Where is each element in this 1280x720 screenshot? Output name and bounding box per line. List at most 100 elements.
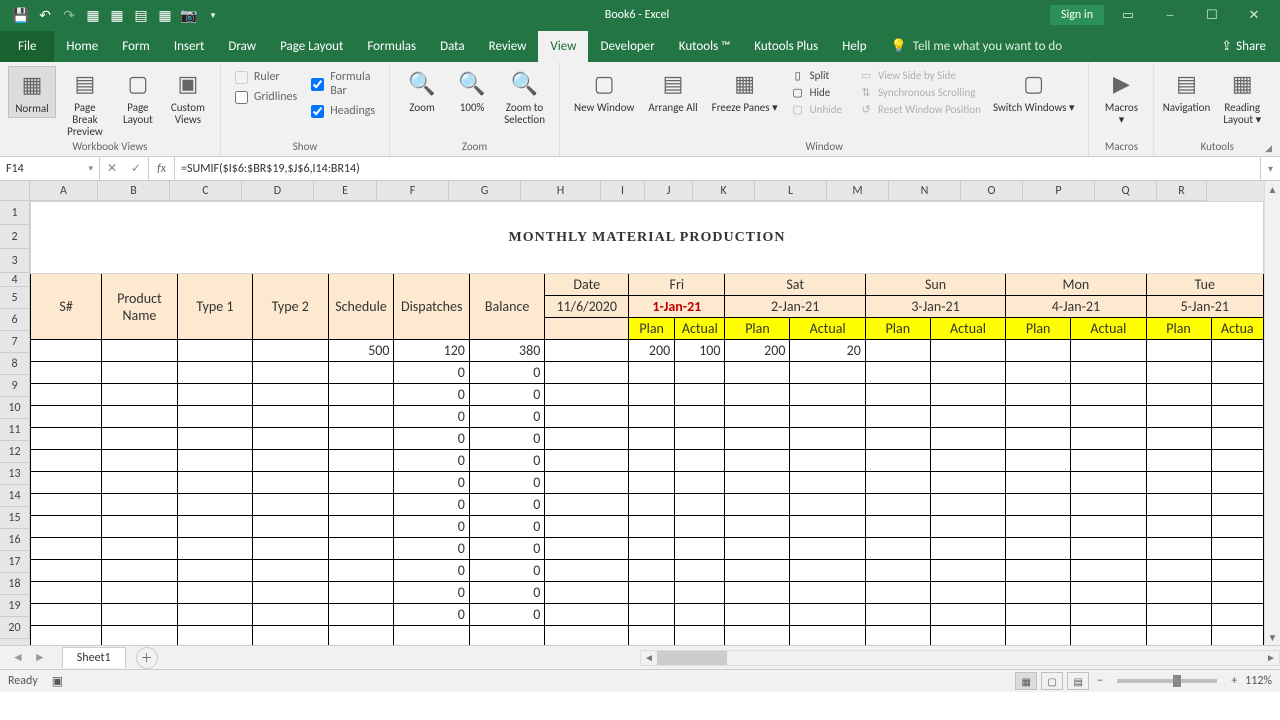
row-header[interactable]: 14 — [0, 485, 30, 507]
zoom-value[interactable]: 112% — [1245, 674, 1272, 688]
row-header[interactable]: 12 — [0, 441, 30, 463]
cell[interactable]: 0 — [469, 384, 544, 406]
cell[interactable]: 0 — [394, 516, 469, 538]
arrange-all-button[interactable]: ▤Arrange All — [642, 66, 703, 116]
cell[interactable]: 0 — [394, 538, 469, 560]
save-icon[interactable]: 💾 — [10, 4, 32, 26]
cell-k7[interactable]: 200 — [725, 340, 790, 362]
zoom-button[interactable]: 🔍Zoom — [398, 66, 446, 116]
switch-windows-button[interactable]: ▢Switch Windows ▾ — [987, 66, 1081, 116]
custom-views-button[interactable]: ▣Custom Views — [164, 66, 212, 128]
qat-btn-1[interactable]: ▦ — [82, 4, 104, 26]
cell-j7[interactable]: 100 — [675, 340, 725, 362]
row-header[interactable]: 16 — [0, 529, 30, 551]
col-header[interactable]: J — [645, 181, 693, 201]
hide-button[interactable]: ▢Hide — [786, 85, 846, 100]
tab-page-layout[interactable]: Page Layout — [268, 31, 355, 62]
row-header[interactable]: 20 — [0, 617, 30, 639]
tab-form[interactable]: Form — [110, 31, 162, 62]
row-header[interactable]: 2 — [0, 225, 30, 249]
cell-g7[interactable]: 380 — [469, 340, 544, 362]
scroll-thumb[interactable] — [657, 651, 727, 665]
zoom-selection-button[interactable]: 🔍Zoom to Selection — [498, 66, 551, 128]
cell-e7[interactable]: 500 — [328, 340, 394, 362]
cell[interactable]: 0 — [469, 362, 544, 384]
row-headers[interactable]: 1 2 3 4 5 6 7 8 9 10 11 12 13 14 15 16 1… — [0, 201, 30, 645]
cell[interactable]: 0 — [469, 450, 544, 472]
col-header[interactable]: D — [242, 181, 314, 201]
cell[interactable]: 0 — [394, 384, 469, 406]
tab-formulas[interactable]: Formulas — [355, 31, 428, 62]
cancel-formula-icon[interactable]: ✕ — [100, 161, 124, 176]
cell[interactable]: 0 — [469, 428, 544, 450]
col-header[interactable]: P — [1023, 181, 1095, 201]
col-header[interactable]: R — [1157, 181, 1207, 201]
qat-btn-2[interactable]: ▦ — [106, 4, 128, 26]
cell-i7[interactable]: 200 — [629, 340, 675, 362]
cell[interactable]: 0 — [469, 516, 544, 538]
reading-layout-button[interactable]: ▦Reading Layout ▾ — [1212, 66, 1272, 128]
tab-draw[interactable]: Draw — [216, 31, 268, 62]
minimize-icon[interactable]: ─ — [1152, 4, 1188, 26]
tab-review[interactable]: Review — [477, 31, 539, 62]
cell[interactable]: 0 — [394, 406, 469, 428]
page-layout-button[interactable]: ▢Page Layout — [114, 66, 162, 128]
name-box[interactable]: F14 — [0, 157, 100, 180]
tab-kutools[interactable]: Kutools ™ — [667, 31, 743, 62]
zoom-slider[interactable] — [1117, 679, 1217, 683]
close-icon[interactable]: ✕ — [1236, 4, 1272, 26]
scroll-up-icon[interactable]: ▲ — [1265, 181, 1280, 197]
cell[interactable]: 0 — [394, 472, 469, 494]
col-header[interactable]: F — [377, 181, 449, 201]
col-header[interactable]: A — [30, 181, 98, 201]
sign-in-button[interactable]: Sign in — [1050, 5, 1104, 25]
row-header[interactable]: 8 — [0, 353, 30, 375]
expand-formula-bar-icon[interactable]: ▾ — [1260, 157, 1280, 180]
cell-l7[interactable]: 20 — [790, 340, 865, 362]
row-header[interactable]: 13 — [0, 463, 30, 485]
cell[interactable]: 0 — [469, 406, 544, 428]
col-header[interactable]: O — [961, 181, 1023, 201]
macro-record-icon[interactable]: ▣ — [52, 674, 63, 689]
row-header[interactable]: 10 — [0, 397, 30, 419]
tell-me-search[interactable]: 💡 Tell me what you want to do — [879, 31, 1075, 62]
cell[interactable]: 0 — [394, 428, 469, 450]
col-header[interactable]: Q — [1095, 181, 1157, 201]
row-header[interactable]: 3 — [0, 249, 30, 273]
row-header[interactable]: 11 — [0, 419, 30, 441]
cell[interactable]: 0 — [394, 450, 469, 472]
row-header[interactable]: 18 — [0, 573, 30, 595]
enter-formula-icon[interactable]: ✓ — [124, 161, 148, 176]
maximize-icon[interactable]: ☐ — [1194, 4, 1230, 26]
cell[interactable]: 0 — [469, 494, 544, 516]
tab-insert[interactable]: Insert — [162, 31, 217, 62]
view-normal-icon[interactable]: ▦ — [1015, 672, 1037, 690]
tab-file[interactable]: File — [0, 31, 54, 62]
cell[interactable]: 0 — [394, 494, 469, 516]
ribbon-options-icon[interactable]: ▭ — [1110, 4, 1146, 26]
scroll-down-icon[interactable]: ▼ — [1265, 629, 1280, 645]
headings-checkbox[interactable]: Headings — [311, 104, 375, 118]
col-header[interactable]: M — [827, 181, 889, 201]
cell[interactable]: 0 — [469, 604, 544, 626]
col-header[interactable]: K — [693, 181, 755, 201]
row-header[interactable]: 9 — [0, 375, 30, 397]
gridlines-checkbox[interactable]: Gridlines — [235, 90, 297, 104]
qat-btn-4[interactable]: ▦ — [154, 4, 176, 26]
col-header[interactable]: H — [521, 181, 601, 201]
scroll-left-icon[interactable]: ◄ — [641, 651, 657, 664]
launcher-icon[interactable]: ◢ — [1265, 143, 1272, 154]
normal-view-button[interactable]: ▦Normal — [8, 66, 56, 118]
redo-icon[interactable]: ↷ — [58, 4, 80, 26]
qat-customize-icon[interactable]: ▾ — [202, 4, 224, 26]
zoom-out-button[interactable]: − — [1097, 674, 1103, 688]
row-header[interactable]: 19 — [0, 595, 30, 617]
row-header[interactable]: 4 — [0, 273, 30, 287]
view-break-icon[interactable]: ▤ — [1067, 672, 1089, 690]
split-button[interactable]: ▯Split — [786, 68, 846, 83]
tab-view[interactable]: View — [538, 31, 588, 62]
horizontal-scrollbar[interactable]: ◄ ► — [640, 650, 1280, 666]
cell[interactable]: 0 — [469, 582, 544, 604]
row-header[interactable]: 15 — [0, 507, 30, 529]
col-header[interactable]: I — [601, 181, 645, 201]
